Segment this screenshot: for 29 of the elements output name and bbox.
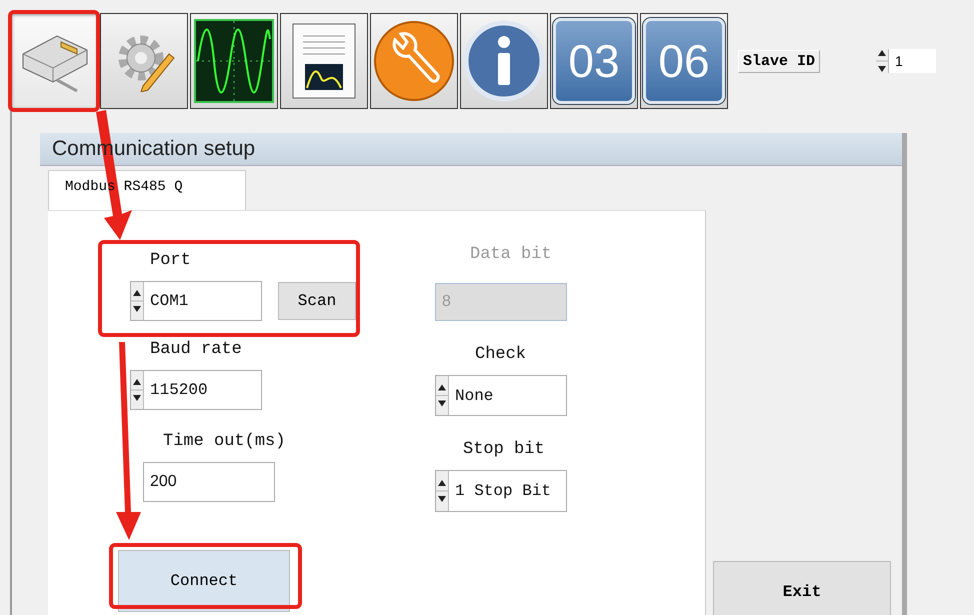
field-label: Time out(ms): [163, 432, 286, 452]
connect-button[interactable]: Connect: [118, 550, 290, 612]
field-label: Port: [150, 251, 191, 271]
toolbar-button[interactable]: [370, 13, 458, 109]
spinner-field[interactable]: 1 Stop Bit: [435, 470, 567, 512]
spinner-field[interactable]: None: [435, 375, 567, 416]
spin-arrows-icon[interactable]: [436, 471, 449, 511]
field-label: Data bit: [470, 245, 552, 265]
wrench-icon: [373, 20, 455, 102]
info-icon: [463, 20, 545, 102]
field-label: Baud rate: [150, 340, 242, 360]
spin-arrows-icon[interactable]: [131, 282, 144, 320]
field-label: Check: [475, 345, 526, 365]
spin-arrows-icon[interactable]: [131, 371, 144, 409]
field-label: Stop bit: [463, 440, 545, 460]
input-field[interactable]: 200: [143, 462, 275, 502]
toolbar-button[interactable]: [280, 13, 368, 109]
slave-id-spinner[interactable]: 1: [876, 49, 936, 73]
scan-button[interactable]: Scan: [278, 282, 356, 320]
chart-document-icon: [291, 22, 357, 100]
spinner-field[interactable]: 115200: [130, 370, 262, 410]
oscilloscope-icon: [194, 19, 274, 103]
toolbar-button[interactable]: [460, 13, 548, 109]
exit-button[interactable]: Exit: [713, 561, 891, 615]
toolbar-button[interactable]: [190, 13, 278, 109]
spin-arrows-icon[interactable]: [436, 376, 449, 415]
spinner-field[interactable]: COM1: [130, 281, 262, 321]
slave-id-label: Slave ID: [738, 50, 820, 72]
toolbar-button[interactable]: [100, 13, 188, 109]
